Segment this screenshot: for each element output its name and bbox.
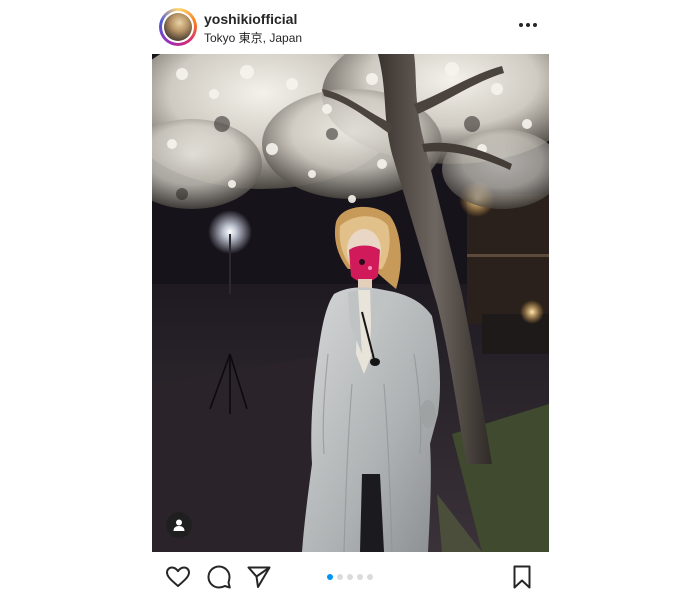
comment-icon[interactable] [206, 564, 232, 590]
send-icon[interactable] [246, 564, 272, 590]
bookmark-icon[interactable] [509, 564, 535, 590]
carousel-indicator [327, 573, 387, 581]
user-tag-icon[interactable] [166, 512, 192, 538]
carousel-dot-4 [357, 574, 363, 580]
location[interactable]: Tokyo 東京, Japan [204, 29, 302, 46]
username[interactable]: yoshikiofficial [204, 11, 297, 27]
avatar[interactable] [162, 11, 194, 43]
instagram-post: yoshikiofficial Tokyo 東京, Japan [152, 0, 549, 600]
story-ring[interactable] [159, 8, 197, 46]
heart-icon[interactable] [165, 564, 191, 590]
carousel-dot-1 [327, 574, 333, 580]
carousel-dot-2 [337, 574, 343, 580]
more-options-icon[interactable] [517, 18, 539, 32]
post-photo[interactable] [152, 54, 549, 552]
avatar-image [164, 13, 192, 41]
action-bar [152, 560, 549, 594]
carousel-dot-3 [347, 574, 353, 580]
carousel-dot-5 [367, 574, 373, 580]
post-header: yoshikiofficial Tokyo 東京, Japan [152, 8, 549, 48]
